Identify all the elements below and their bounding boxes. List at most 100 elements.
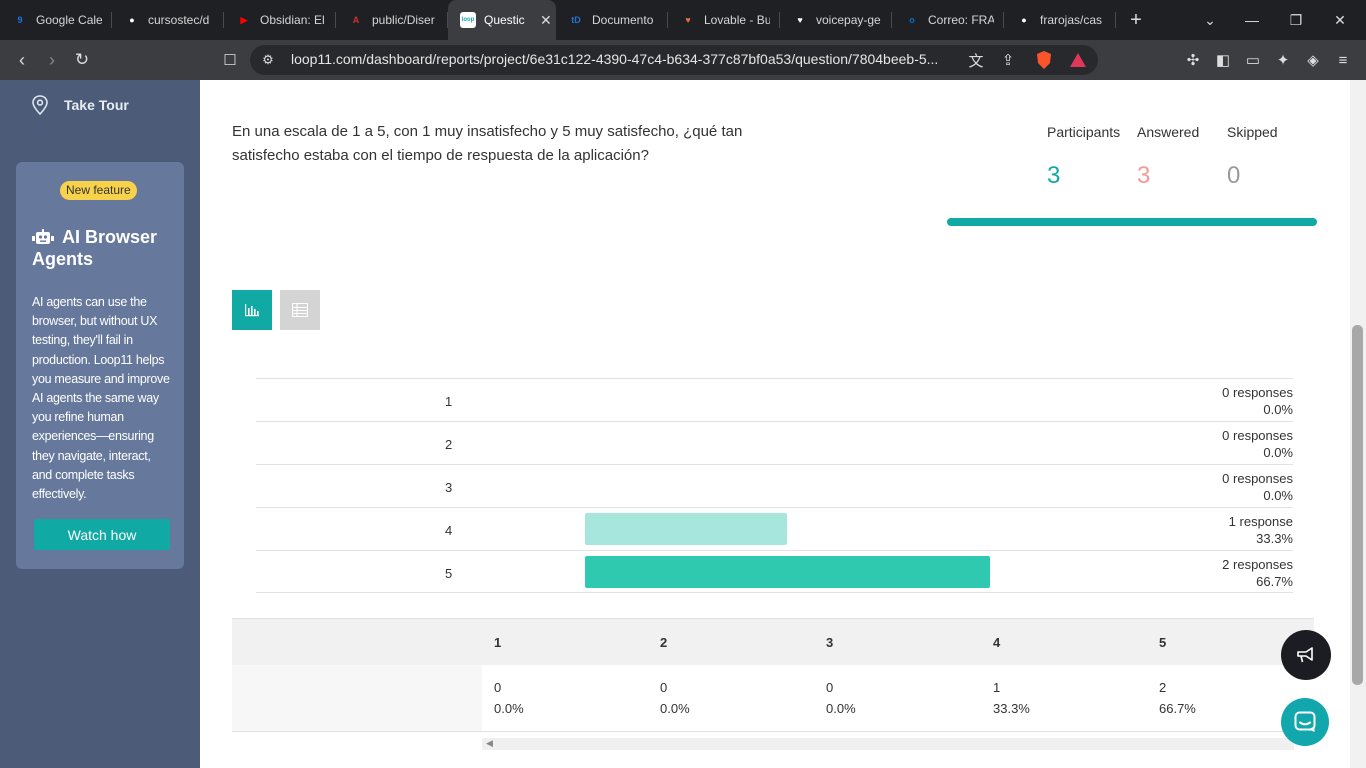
- chart-row: 1 0 responses 0.0%: [256, 378, 1293, 421]
- browser-tab[interactable]: 9 Google Cale: [0, 0, 112, 40]
- sidebar-toggle-icon[interactable]: ◧: [1213, 50, 1233, 70]
- table-column-header: 2: [660, 635, 668, 650]
- robot-icon: [32, 229, 54, 244]
- restore-icon[interactable]: ❐: [1274, 0, 1318, 40]
- browser-tab-label: Google Cale: [36, 13, 102, 27]
- answered-progress-bar: [947, 218, 1317, 226]
- response-percent-text: 0.0%: [1263, 401, 1293, 417]
- browser-tab-label: public/Diser: [372, 13, 435, 27]
- table-icon: [292, 303, 308, 317]
- reload-icon[interactable]: ↻: [70, 48, 94, 72]
- vpn-icon[interactable]: ◈: [1303, 50, 1323, 70]
- promo-title: AI Browser Agents: [32, 226, 182, 270]
- table-cell-count: 2: [1159, 680, 1167, 695]
- take-tour-label: Take Tour: [64, 97, 129, 113]
- wallet-icon[interactable]: ▭: [1243, 50, 1263, 70]
- share-icon[interactable]: ⇪: [998, 50, 1018, 70]
- table-cell-percent: 0.0%: [826, 701, 856, 716]
- browser-tab[interactable]: tD Documento: [556, 0, 668, 40]
- answered-value: 3: [1137, 162, 1151, 189]
- table-cell-percent: 66.7%: [1159, 701, 1196, 716]
- close-window-icon[interactable]: ✕: [1318, 0, 1362, 40]
- lovable-icon: ♥: [685, 15, 691, 25]
- browser-tab-label: Lovable - Bu: [704, 13, 770, 27]
- browser-tab[interactable]: ▶ Obsidian: El: [224, 0, 336, 40]
- tab-separator: [1115, 12, 1116, 28]
- browser-tab[interactable]: ♥ voicepay-ge: [780, 0, 892, 40]
- table-row-label-cell: [232, 665, 482, 731]
- location-pin-icon: [32, 95, 48, 115]
- menu-icon[interactable]: ≡: [1333, 50, 1353, 70]
- google-calendar-icon: 9: [17, 15, 23, 25]
- chart-row-responses: 0 responses 0.0%: [1222, 385, 1293, 418]
- back-icon[interactable]: ‹: [10, 48, 34, 72]
- chart-row: 2 0 responses 0.0%: [256, 421, 1293, 464]
- browser-tab[interactable]: loop Questic ✕: [448, 0, 556, 40]
- skipped-value: 0: [1227, 162, 1241, 189]
- skipped-label: Skipped: [1227, 124, 1278, 140]
- heart-icon: ♥: [797, 15, 803, 25]
- chart-row-label: 3: [445, 480, 453, 495]
- minimize-icon[interactable]: —: [1230, 0, 1274, 40]
- url-text[interactable]: loop11.com/dashboard/reports/project/6e3…: [291, 51, 951, 67]
- browser-tab[interactable]: o Correo: FRA: [892, 0, 1004, 40]
- site-settings-icon[interactable]: ⚙: [258, 50, 278, 70]
- bookmark-icon[interactable]: ☐: [218, 48, 242, 72]
- browser-tab[interactable]: ● frarojas/cas: [1004, 0, 1116, 40]
- scrollbar-thumb[interactable]: [1352, 325, 1363, 685]
- table-view-button[interactable]: [280, 290, 320, 330]
- table-column-header: 4: [993, 635, 1001, 650]
- brave-rewards-icon[interactable]: [1068, 50, 1088, 70]
- response-percent-text: 33.3%: [1256, 530, 1293, 546]
- browser-tab-label: frarojas/cas: [1040, 13, 1103, 27]
- browser-tab-label: Questic: [484, 13, 525, 27]
- response-percent-text: 66.7%: [1256, 573, 1293, 589]
- response-count-text: 0 responses: [1222, 428, 1293, 443]
- response-percent-text: 0.0%: [1263, 444, 1293, 460]
- table-cell-count: 0: [826, 680, 834, 695]
- take-tour-link[interactable]: Take Tour: [31, 95, 129, 115]
- loop11-icon: loop: [460, 12, 476, 28]
- chart-row-label: 1: [445, 394, 453, 409]
- pdf-icon: A: [352, 15, 360, 25]
- chat-icon: [1294, 711, 1316, 732]
- chart-row: 4 1 response 33.3%: [256, 507, 1293, 550]
- forward-icon[interactable]: ›: [40, 48, 64, 72]
- table-column-header: 3: [826, 635, 834, 650]
- browser-tab[interactable]: ● cursostec/d: [112, 0, 224, 40]
- feedback-button[interactable]: [1281, 630, 1331, 680]
- translate-icon[interactable]: 文: [966, 50, 986, 70]
- watch-how-button[interactable]: Watch how: [34, 519, 170, 550]
- browser-tab[interactable]: ♥ Lovable - Bu: [668, 0, 780, 40]
- tab-search-icon[interactable]: ⌄: [1188, 0, 1232, 40]
- chart-row-label: 2: [445, 437, 453, 452]
- close-tab-icon[interactable]: ✕: [540, 12, 552, 29]
- browser-tab[interactable]: Apublic/Diser: [336, 0, 448, 40]
- browser-tab-label: cursostec/d: [148, 13, 210, 27]
- response-count-text: 0 responses: [1222, 385, 1293, 400]
- table-cell-percent: 0.0%: [660, 701, 690, 716]
- participants-value: 3: [1047, 162, 1061, 189]
- chart-view-button[interactable]: [232, 290, 272, 330]
- new-feature-badge: New feature: [60, 181, 137, 200]
- chart-row-responses: 0 responses 0.0%: [1222, 428, 1293, 461]
- horizontal-scrollbar[interactable]: [482, 738, 1294, 750]
- chart-row-label: 4: [445, 523, 453, 538]
- table-column-header: 5: [1159, 635, 1167, 650]
- scroll-left-icon[interactable]: ◀: [486, 738, 493, 749]
- chart-bar: [585, 513, 787, 545]
- question-text: En una escala de 1 a 5, con 1 muy insati…: [232, 123, 743, 164]
- chart-row: 5 2 responses 66.7%: [256, 550, 1293, 593]
- table-cell-percent: 0.0%: [494, 701, 524, 716]
- table-row: 0 0.0% 0 0.0% 0 0.0% 1 33.3% 2 66.7%: [232, 665, 1314, 732]
- table-cell-count: 0: [660, 680, 668, 695]
- brave-shields-icon[interactable]: [1034, 50, 1054, 70]
- extensions-icon[interactable]: ✣: [1183, 50, 1203, 70]
- new-tab-icon[interactable]: +: [1116, 0, 1156, 40]
- browser-tab-bar: 9 Google Cale ● cursostec/d ▶ Obsidian: El Apu…: [0, 0, 1366, 40]
- leo-ai-icon[interactable]: ✦: [1273, 50, 1293, 70]
- table-column-header: 1: [494, 635, 502, 650]
- chat-support-button[interactable]: [1281, 698, 1329, 746]
- chart-row-label: 5: [445, 566, 453, 581]
- outlook-icon: o: [909, 15, 915, 25]
